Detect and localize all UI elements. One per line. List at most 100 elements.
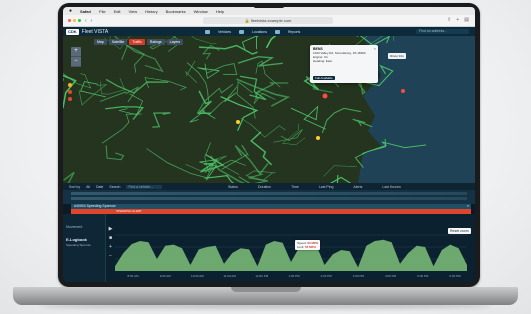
col-time[interactable]: Time bbox=[291, 185, 299, 189]
pin-icon[interactable] bbox=[68, 97, 72, 101]
tooltip-limit-label: Limit: bbox=[297, 245, 305, 249]
menu-item-history[interactable]: History bbox=[145, 9, 157, 14]
col-alerts[interactable]: Alerts bbox=[353, 185, 362, 189]
speed-chart-svg: 8:00 AM 9:00 AM 10:00 AM 11:00 AM 12:00 PM 1:… bbox=[115, 234, 467, 278]
road-line bbox=[250, 131, 272, 166]
stop-icon[interactable]: ■ bbox=[107, 234, 114, 243]
vehicle-popup: BENS × 1000 Valley Rd, Stroudsburg, PA 1… bbox=[310, 45, 378, 83]
share-icon[interactable]: ⇧ bbox=[447, 17, 451, 23]
road-line bbox=[152, 112, 171, 128]
road-line bbox=[329, 174, 352, 183]
tabs-icon[interactable]: ▤ bbox=[464, 17, 469, 23]
row-label: Speeding Sparrow bbox=[86, 204, 116, 208]
vehicle-marker[interactable] bbox=[316, 136, 320, 140]
zoom-control: + − bbox=[71, 47, 81, 67]
minimize-window-icon[interactable] bbox=[73, 19, 76, 22]
table-toolbar: Sort by All Date Search Find a vehicle..… bbox=[63, 183, 475, 190]
col-last-known[interactable]: Last Known bbox=[382, 185, 400, 189]
satellite-button[interactable]: Satellite bbox=[108, 39, 128, 45]
popup-action-button[interactable]: Fall Available bbox=[313, 76, 335, 80]
road-line bbox=[238, 173, 269, 183]
report-icon[interactable] bbox=[275, 29, 281, 34]
app-logo[interactable]: CDK bbox=[66, 28, 79, 35]
filter-date[interactable]: Date bbox=[96, 185, 103, 189]
zoom-in-button[interactable]: + bbox=[71, 47, 81, 57]
menu-item-safari[interactable]: Safari bbox=[80, 9, 91, 14]
pin-icon[interactable] bbox=[68, 90, 72, 94]
road-line bbox=[105, 145, 125, 161]
road-line bbox=[196, 90, 212, 114]
road-line bbox=[78, 84, 108, 106]
vehicle-search-input[interactable]: Find a vehicle... bbox=[126, 184, 163, 189]
menu-item-edit[interactable]: Edit bbox=[114, 9, 121, 14]
address-search-input[interactable]: Find an address... bbox=[416, 29, 469, 34]
map-view[interactable] bbox=[63, 36, 475, 183]
close-icon[interactable]: × bbox=[374, 46, 376, 51]
back-icon[interactable]: ‹ bbox=[85, 18, 87, 24]
browser-toolbar: ‹ › 🔒 fleetvista.example.com ⇧ + ▤ bbox=[63, 15, 475, 27]
road-line bbox=[105, 79, 169, 94]
traffic-button[interactable]: Traffic bbox=[129, 39, 145, 45]
pin-icon[interactable] bbox=[239, 29, 245, 34]
col-last-ping[interactable]: Last Ping bbox=[319, 185, 334, 189]
address-bar[interactable]: 🔒 fleetvista.example.com bbox=[203, 17, 333, 24]
ratings-button[interactable]: Ratings bbox=[146, 39, 165, 45]
col-status[interactable]: Status bbox=[228, 185, 238, 189]
road-line bbox=[241, 36, 259, 50]
driver-callout[interactable]: Driver Info bbox=[388, 53, 406, 59]
new-tab-icon[interactable]: + bbox=[456, 17, 459, 23]
vehicle-marker[interactable] bbox=[401, 89, 405, 93]
play-icon[interactable]: ▶ bbox=[107, 225, 114, 234]
map-toolbar: Map Satellite Traffic Ratings Layers bbox=[94, 39, 184, 45]
menu-item-file[interactable]: File bbox=[99, 9, 105, 14]
zoom-out-button[interactable]: − bbox=[71, 57, 81, 67]
forward-icon[interactable]: › bbox=[91, 18, 93, 24]
vehicle-subtitle: Speeding Sparrow bbox=[66, 243, 91, 247]
road-line bbox=[191, 36, 217, 45]
tooltip-limit-value: 55 MPH bbox=[305, 245, 316, 249]
speed-chart[interactable]: 8:00 AM 9:00 AM 10:00 AM 11:00 AM 12:00 PM 1:… bbox=[115, 219, 470, 279]
layers-button[interactable]: Layers bbox=[166, 39, 184, 45]
nav-reports[interactable]: Reports bbox=[288, 30, 300, 34]
menu-item-help[interactable]: Help bbox=[216, 9, 224, 14]
pin-icon[interactable] bbox=[68, 83, 72, 87]
col-duration[interactable]: Duration bbox=[258, 185, 271, 189]
nav-locations[interactable]: Locations bbox=[252, 30, 267, 34]
app-header: CDK Fleet VISTA Vehicles Locations Repor… bbox=[63, 27, 475, 36]
road-line bbox=[290, 105, 326, 130]
nav-vehicles[interactable]: Vehicles bbox=[218, 30, 231, 34]
x-tick-label: 1:00 PM bbox=[288, 274, 300, 278]
camera-notch bbox=[253, 3, 285, 8]
apple-icon[interactable]: ● bbox=[69, 8, 72, 14]
road-line bbox=[237, 55, 283, 67]
section-title: Movement bbox=[66, 225, 83, 229]
zoom-out-icon[interactable]: − bbox=[107, 252, 114, 261]
x-tick-label: 11:00 AM bbox=[223, 274, 236, 278]
movement-panel: Movement E-Logbook Speeding Sparrow ▶ ■ … bbox=[63, 214, 475, 282]
row-id: #40004 bbox=[74, 204, 86, 208]
road-line bbox=[198, 44, 258, 55]
road-line bbox=[63, 171, 75, 183]
close-window-icon[interactable] bbox=[68, 19, 71, 22]
menu-item-bookmarks[interactable]: Bookmarks bbox=[166, 9, 186, 14]
reset-zoom-button[interactable]: Reset zoom bbox=[448, 228, 471, 234]
map-type-button[interactable]: Map bbox=[94, 39, 107, 45]
search-label: Search bbox=[109, 184, 121, 189]
truck-icon[interactable] bbox=[205, 29, 210, 34]
road-line bbox=[79, 81, 106, 98]
popup-line: Heading: East bbox=[313, 59, 332, 63]
menu-item-view[interactable]: View bbox=[129, 9, 138, 14]
menu-item-window[interactable]: Window bbox=[194, 9, 208, 14]
x-tick-label: 5:00 PM bbox=[417, 274, 429, 278]
zoom-window-icon[interactable] bbox=[78, 19, 81, 22]
table-row[interactable] bbox=[71, 192, 467, 195]
speed-area-series[interactable] bbox=[115, 239, 467, 271]
filter-all[interactable]: All bbox=[86, 185, 90, 189]
vehicle-marker[interactable] bbox=[236, 120, 240, 124]
os-menubar: ● Safari File Edit View History Bookmarks Wind… bbox=[63, 7, 475, 15]
table-row[interactable] bbox=[71, 197, 467, 200]
vehicle-marker[interactable] bbox=[322, 93, 328, 99]
zoom-in-icon[interactable]: + bbox=[107, 243, 114, 252]
x-tick-label: 9:00 AM bbox=[160, 274, 172, 278]
x-tick-label: 2:00 PM bbox=[321, 274, 333, 278]
